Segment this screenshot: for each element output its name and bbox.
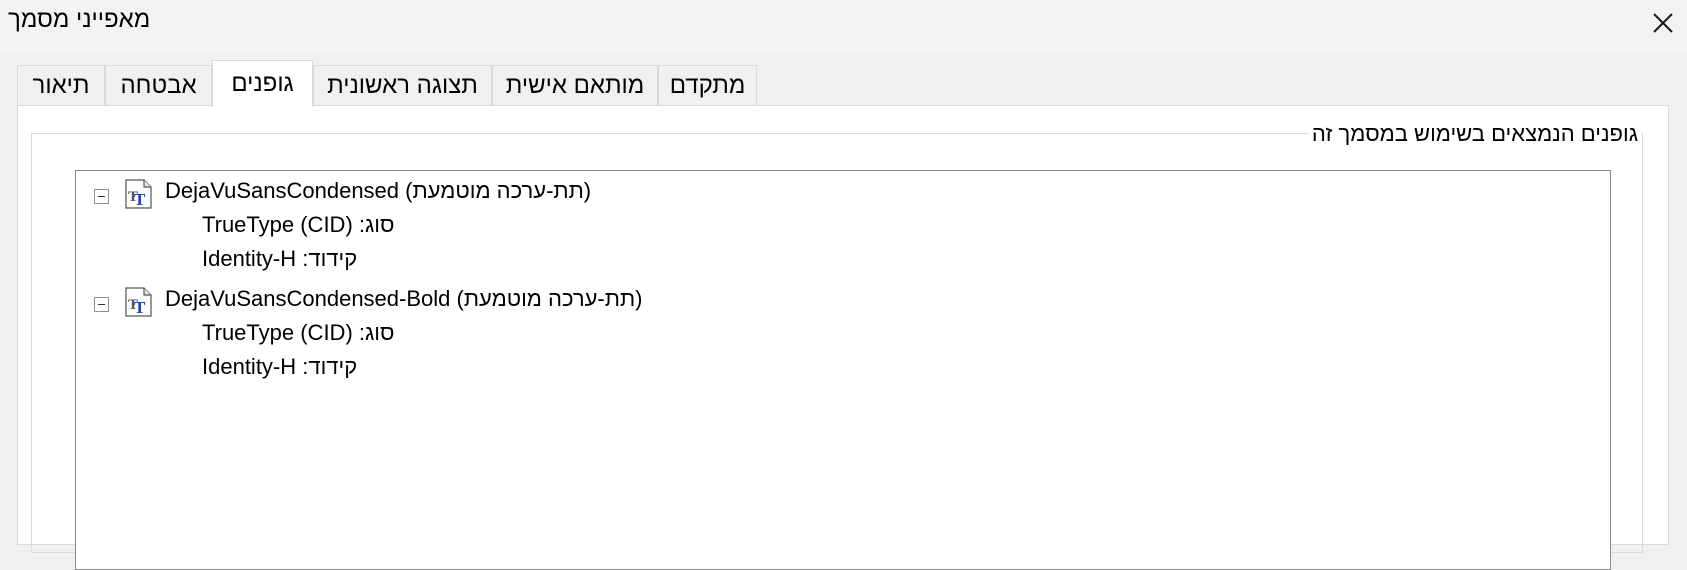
window-title: מאפייני מסמך [8,6,151,33]
tab-description[interactable]: תיאור [17,65,105,105]
close-button[interactable] [1644,4,1682,42]
font-encoding-detail: קידוד: Identity-H [202,246,358,271]
tab-custom[interactable]: מותאם אישית [492,65,658,105]
truetype-font-icon: T T [125,179,152,209]
fonts-tree[interactable]: T T DejaVuSansCondensed (תת-ערכה מוטמעת)… [75,170,1611,570]
tab-initial-view[interactable]: תצוגה ראשונית [313,65,492,105]
collapse-toggle-icon[interactable] [94,189,109,204]
font-encoding-detail: קידוד: Identity-H [202,354,358,379]
collapse-toggle-icon[interactable] [94,297,109,312]
svg-text:T: T [134,190,146,209]
font-name: DejaVuSansCondensed-Bold (תת-ערכה מוטמעת… [165,286,643,311]
font-node-label[interactable]: DejaVuSansCondensed (תת-ערכה מוטמעת) [165,178,591,204]
svg-text:T: T [134,298,146,317]
font-type-detail: סוג: TrueType (CID) [202,212,395,237]
tab-security[interactable]: אבטחה [105,65,212,105]
title-bar: מאפייני מסמך [0,0,1687,52]
font-type-detail: סוג: TrueType (CID) [202,320,395,345]
font-name: DejaVuSansCondensed (תת-ערכה מוטמעת) [165,178,592,203]
close-icon [1653,13,1673,33]
font-node-label[interactable]: DejaVuSansCondensed-Bold (תת-ערכה מוטמעת… [165,286,642,312]
groupbox-legend: גופנים הנמצאים בשימוש במסמך זה [1307,121,1642,147]
tab-fonts[interactable]: גופנים [212,60,313,107]
truetype-font-icon: T T [125,287,152,317]
tab-advanced[interactable]: מתקדם [658,65,757,105]
